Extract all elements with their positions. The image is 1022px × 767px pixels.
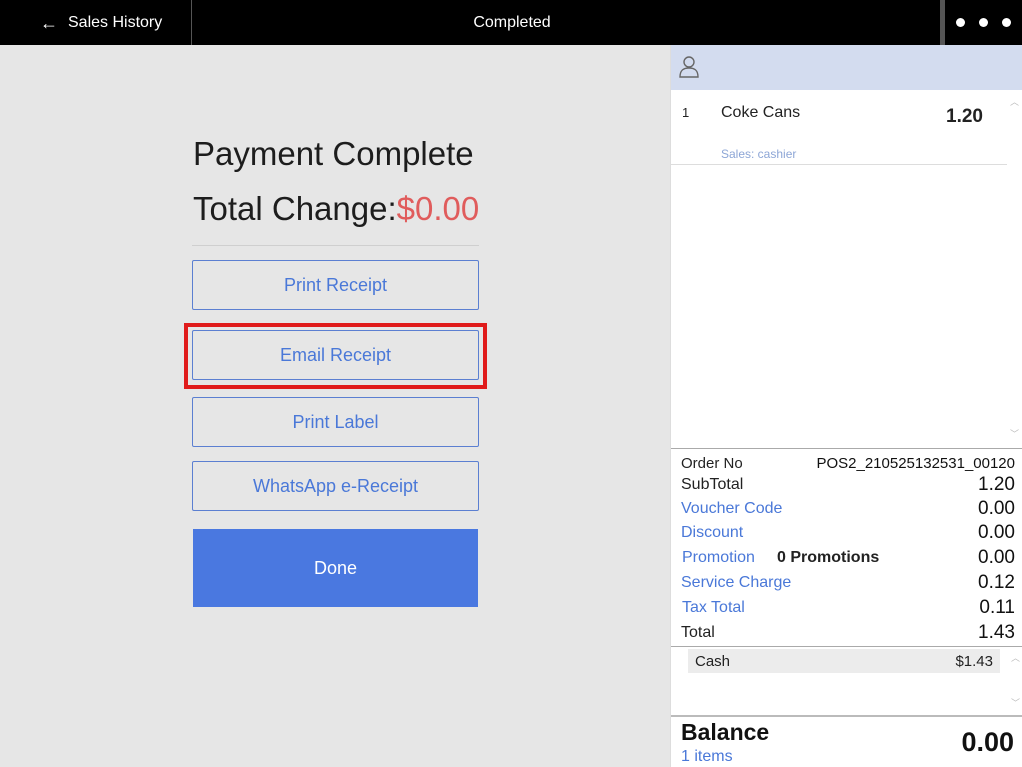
- dot: [979, 18, 988, 27]
- total-value: 1.43: [978, 622, 1015, 643]
- whatsapp-receipt-button[interactable]: WhatsApp e-Receipt: [192, 461, 479, 511]
- balance-label: Balance: [681, 719, 770, 745]
- order-panel: 1 Coke Cans 1.20 Sales: cashier ︿ ﹀ Orde…: [670, 45, 1022, 767]
- payment-panel: Payment Complete Total Change:$0.00 Prin…: [0, 45, 670, 767]
- scroll-down-icon: ﹀: [1010, 429, 1020, 439]
- promotion-count: 0 Promotions: [777, 549, 880, 566]
- change-amount: $0.00: [396, 190, 480, 227]
- discount-row: Discount 0.00: [681, 521, 1015, 545]
- order-no-label: Order No: [681, 454, 743, 472]
- item-sales: Sales: cashier: [721, 147, 797, 161]
- scroll-down-icon: ﹀: [1011, 698, 1021, 708]
- item-price: 1.20: [946, 106, 983, 127]
- order-no-value: POS2_210525132531_00120: [816, 454, 1015, 472]
- service-charge-row: Service Charge 0.12: [681, 571, 1015, 595]
- arrow-left-icon: ←: [40, 12, 58, 33]
- payment-method: Cash: [695, 652, 731, 670]
- balance-value: 0.00: [961, 727, 1014, 757]
- change-label: Total Change:: [193, 190, 397, 227]
- voucher-row: Voucher Code 0.00: [681, 497, 1015, 521]
- divider: [192, 245, 479, 246]
- tax-total-row: Tax Total 0.11: [681, 596, 1015, 620]
- page-title: Completed: [473, 13, 551, 31]
- promotion-value: 0.00: [978, 547, 1015, 568]
- items-count-link[interactable]: 1 items: [681, 748, 733, 766]
- total-change: Total Change:$0.00: [193, 190, 479, 228]
- order-no-row: Order No POS2_210525132531_00120: [681, 451, 1015, 475]
- discount-value: 0.00: [978, 522, 1015, 543]
- subtotal-label: SubTotal: [681, 476, 744, 493]
- subtotal-row: SubTotal 1.20: [681, 473, 1015, 497]
- order-summary: Order No POS2_210525132531_00120 SubTota…: [671, 448, 1022, 643]
- item-qty: 1: [682, 105, 690, 120]
- promotion-row: Promotion 0 Promotions 0.00: [681, 546, 1015, 570]
- service-charge-value: 0.12: [978, 572, 1015, 593]
- print-label-button[interactable]: Print Label: [192, 397, 479, 447]
- tax-total-value: 0.11: [979, 597, 1015, 618]
- email-receipt-button[interactable]: Email Receipt: [192, 330, 479, 380]
- payment-amount: $1.43: [955, 652, 993, 670]
- payments-scrollbar[interactable]: ︿ ﹀: [1011, 651, 1021, 709]
- user-icon: [679, 56, 699, 78]
- payments-list: Cash $1.43 ︿ ﹀: [671, 646, 1022, 716]
- customer-bar[interactable]: [671, 45, 1022, 90]
- subtotal-value: 1.20: [978, 474, 1015, 495]
- top-bar: ← Sales History Completed: [0, 0, 1022, 45]
- tax-total-link[interactable]: Tax Total: [682, 599, 745, 617]
- payment-heading: Payment Complete: [193, 135, 474, 172]
- balance-section: Balance 1 items 0.00: [671, 715, 1022, 767]
- item-name: Coke Cans: [721, 104, 801, 121]
- list-item[interactable]: 1 Coke Cans 1.20 Sales: cashier: [671, 90, 1007, 165]
- payment-row[interactable]: Cash $1.43: [688, 649, 1000, 673]
- more-dots-icon[interactable]: [945, 0, 1022, 45]
- discount-link[interactable]: Discount: [681, 524, 743, 542]
- dot: [956, 18, 965, 27]
- voucher-code-link[interactable]: Voucher Code: [681, 500, 782, 518]
- scroll-up-icon: ︿: [1010, 97, 1020, 107]
- scroll-up-icon: ︿: [1011, 653, 1021, 663]
- voucher-value: 0.00: [978, 498, 1015, 519]
- item-scrollbar[interactable]: ︿ ﹀: [1010, 95, 1020, 440]
- promotion-link[interactable]: Promotion: [682, 549, 755, 567]
- dot: [1002, 18, 1011, 27]
- total-label: Total: [681, 624, 715, 641]
- print-receipt-button[interactable]: Print Receipt: [192, 260, 479, 310]
- done-button[interactable]: Done: [193, 529, 478, 607]
- back-button[interactable]: ← Sales History: [0, 0, 192, 45]
- back-label: Sales History: [68, 13, 163, 31]
- service-charge-link[interactable]: Service Charge: [681, 574, 791, 592]
- total-row: Total 1.43: [681, 621, 1015, 645]
